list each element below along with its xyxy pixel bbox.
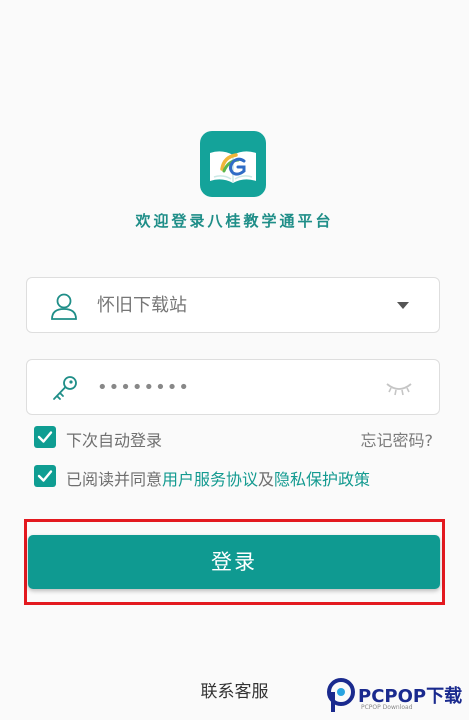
user-icon [51, 293, 77, 320]
welcome-heading: 欢迎登录八桂教学通平台 [135, 212, 334, 230]
caret-down-icon[interactable] [397, 302, 409, 309]
auto-login-checkbox[interactable] [34, 426, 56, 448]
agreement-checkbox[interactable] [34, 465, 56, 487]
password-field[interactable]: •••••••• [26, 359, 440, 415]
agreement-joiner: 及 [258, 470, 275, 489]
book-logo-icon [210, 151, 256, 183]
agreement-text: 已阅读并同意用户服务协议及隐私保护政策 [66, 466, 370, 490]
pcpop-logo-icon [327, 678, 355, 712]
privacy-policy-link[interactable]: 隐私保护政策 [274, 470, 370, 489]
key-icon [53, 376, 77, 400]
watermark: PCPOP下载 PCPOP Download [325, 676, 465, 716]
terms-of-service-link[interactable]: 用户服务协议 [162, 470, 258, 489]
forgot-password-link[interactable]: 忘记密码? [361, 427, 434, 451]
eye-closed-icon[interactable] [385, 378, 413, 398]
checkmark-icon [37, 470, 53, 482]
auto-login-label[interactable]: 下次自动登录 [66, 427, 162, 451]
username-field[interactable]: 怀旧下载站 [26, 277, 440, 333]
app-logo [200, 131, 266, 197]
username-value: 怀旧下载站 [97, 295, 187, 316]
password-value: •••••••• [97, 377, 190, 398]
checkmark-icon [37, 431, 53, 443]
login-button[interactable]: 登录 [28, 535, 440, 589]
agreement-prefix: 已阅读并同意 [66, 470, 163, 489]
watermark-sub: PCPOP Download [361, 704, 413, 711]
